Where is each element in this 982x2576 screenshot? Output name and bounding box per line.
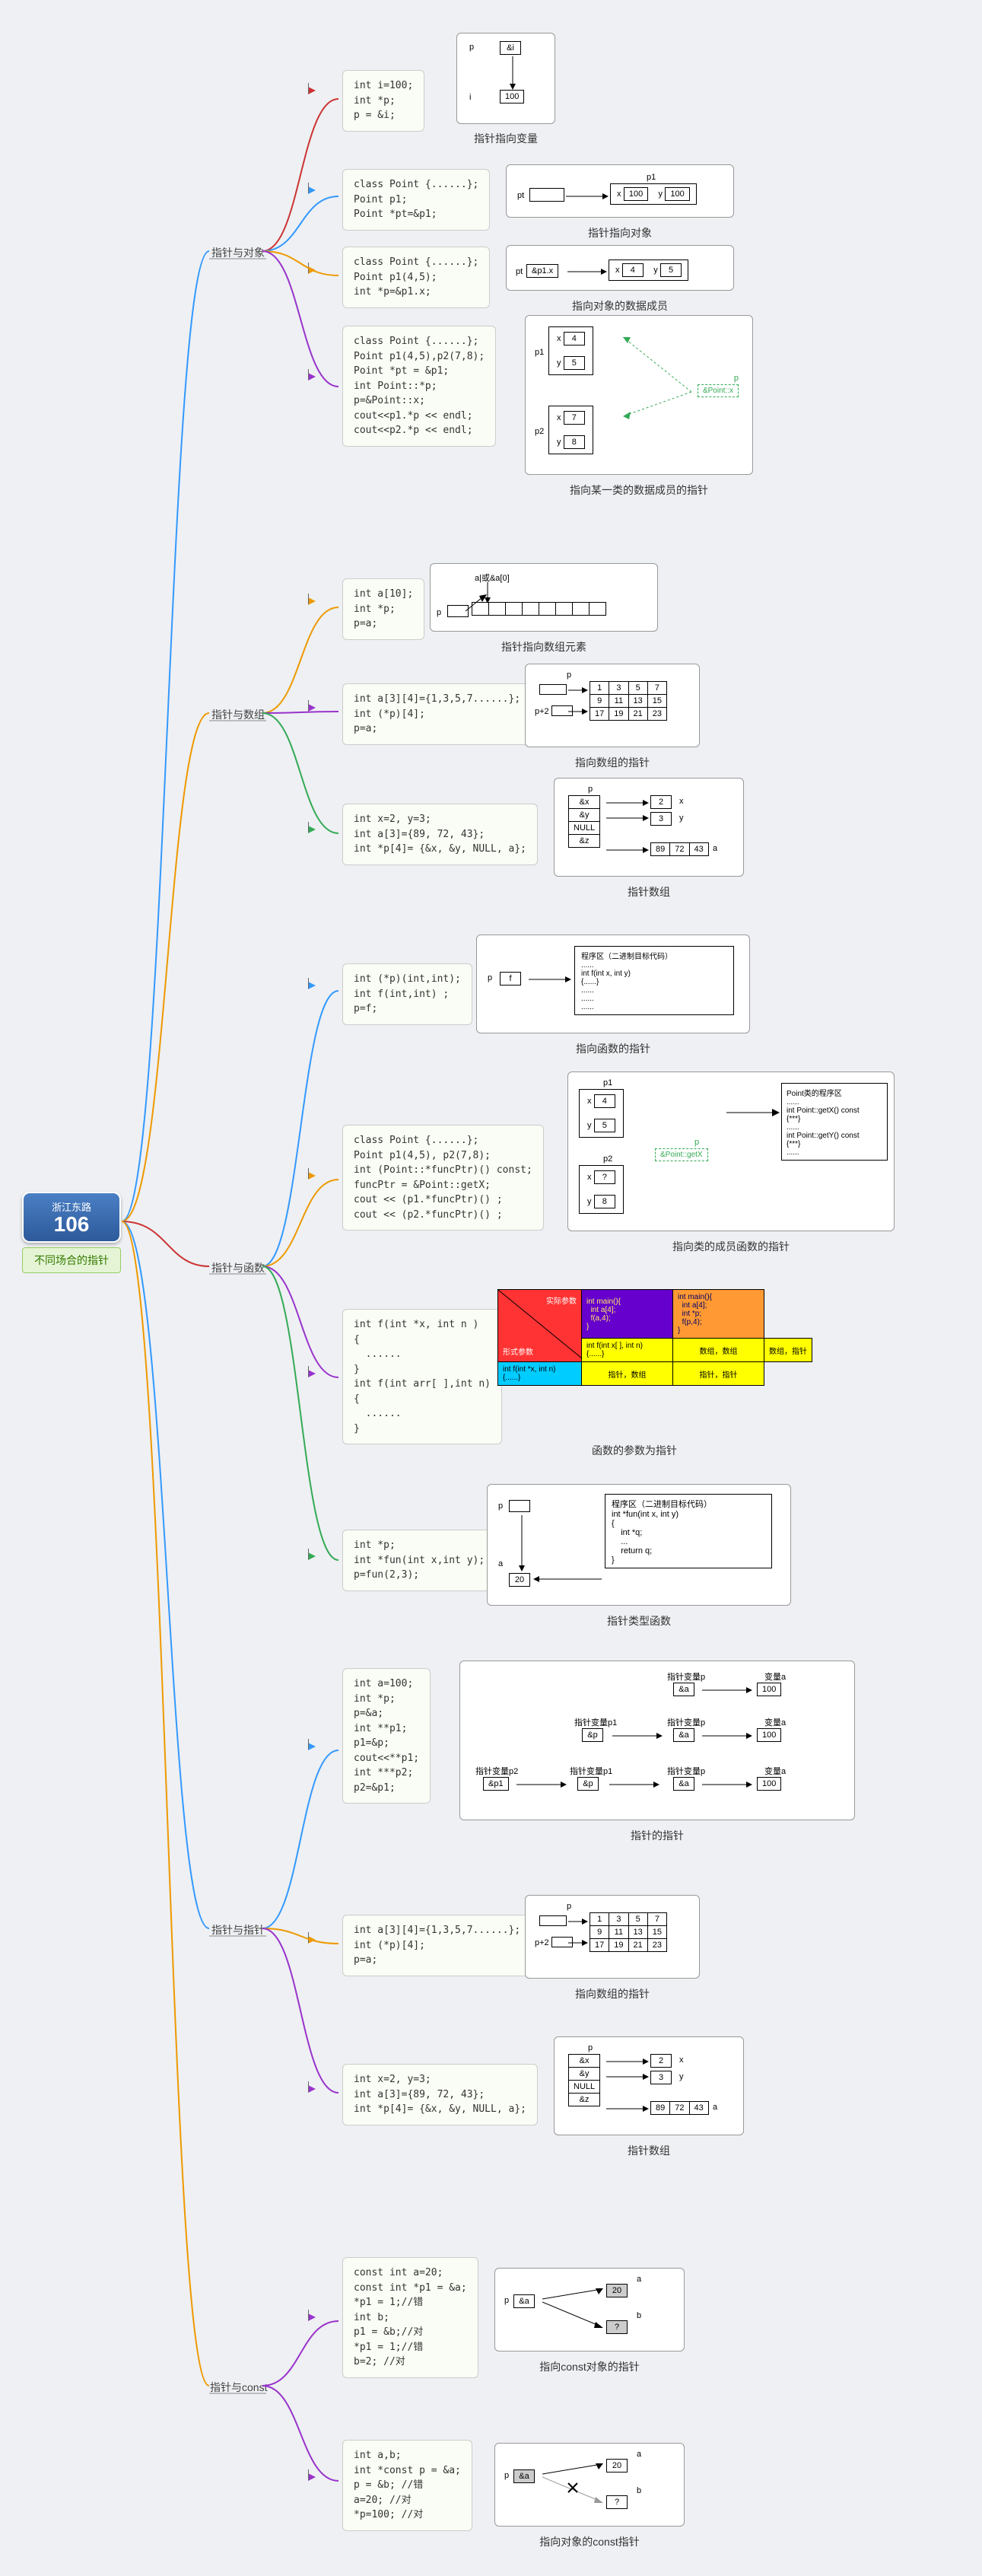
b1n1-code: int i=100; int *p; p = &i; [342,70,424,132]
b5n1-code: const int a=20; const int *p1 = &a; *p1 … [342,2257,478,2378]
b2n2-diagram: p p+2 1357 9111315 17192123 [525,664,700,747]
b4n3-code: int x=2, y=3; int a[3]={89, 72, 43}; int… [342,2064,538,2125]
b4n3-caption: 指针数组 [554,2143,744,2158]
b1n3-caption: 指向对象的数据成员 [506,298,734,314]
b5n2-code: int a,b; int *const p = &a; p = &b; //错 … [342,2440,472,2531]
b5n1-caption: 指向const对象的指针 [494,2359,685,2374]
b4n3-diagram: p &x&y NULL&z 2 x 3 y 897243 a [554,2036,744,2135]
b2n3-code: int x=2, y=3; int a[3]={89, 72, 43}; int… [342,804,538,865]
b3n1-caption: 指向函数的指针 [476,1041,750,1056]
b3n2-code: class Point {......}; Point p1(4,5), p2(… [342,1125,544,1231]
b1n4-code: class Point {......}; Point p1(4,5),p2(7… [342,326,496,447]
b2n1-code: int a[10]; int *p; p=a; [342,578,424,640]
b5n1-diagram: p &a a 20 b ? [494,2268,685,2352]
b4n1-diagram: 指针变量p &a 变量a 100 指针变量p1 &p 指针变量p &a 变量a … [459,1661,855,1820]
b4n1-code: int a=100; int *p; p=&a; int **p1; p1=&p… [342,1668,431,1804]
b4n2-diagram: p p+2 1357 9111315 17192123 [525,1895,700,1979]
b2n3-caption: 指针数组 [554,884,744,900]
b5n2-diagram: p &a a 20 b ? [494,2443,685,2527]
b3n4-code: int *p; int *fun(int x,int y); p=fun(2,3… [342,1530,496,1591]
b1n4-diagram: p1 x 4 y 5 p2 x 7 y 8 p &Point::x [525,315,753,475]
b5n2-caption: 指向对象的const指针 [494,2534,685,2549]
b3n2-diagram: p1 x 4 y 5 p2 x ? y 8 p &Point::getX Poi… [567,1071,895,1231]
b2n2-caption: 指向数组的指针 [525,755,700,770]
b1n1-diagram: p &i i 100 [456,33,555,124]
b2n1-caption: 指针指向数组元素 [430,639,658,654]
b2n2-code: int a[3][4]={1,3,5,7......}; int (*p)[4]… [342,683,532,745]
b4n2-code: int a[3][4]={1,3,5,7......}; int (*p)[4]… [342,1915,532,1976]
b3n2-caption: 指向类的成员函数的指针 [567,1239,895,1254]
b2n3-diagram: p &x &y NULL &z 2 x 3 y 897243 a [554,778,744,877]
b1n3-diagram: pt &p1.x x 4 y 5 [506,245,734,291]
b3n4-diagram: p a 20 程序区（二进制目标代码） int *fun(int x, int … [487,1484,791,1606]
b3n3-diagram: 实际参数 形式参数 int main(){ int a[4]; f(a,4);}… [497,1289,812,1386]
b4n2-caption: 指向数组的指针 [525,1986,700,2001]
b3n1-diagram: p f 程序区（二进制目标代码）...... int f(int x, int … [476,935,750,1033]
b1n2-caption: 指针指向对象 [506,225,734,240]
b2n1-diagram: a|或&a[0] p [430,563,658,632]
b1n2-code: class Point {......}; Point p1; Point *p… [342,169,490,231]
b1n4-caption: 指向某一类的数据成员的指针 [525,482,753,498]
b3n4-caption: 指针类型函数 [487,1613,791,1629]
b3n1-code: int (*p)(int,int); int f(int,int) ; p=f; [342,963,472,1025]
b4n1-caption: 指针的指针 [459,1828,855,1843]
b3n3-code: int f(int *x, int n ) { ...... } int f(i… [342,1309,502,1444]
b1n3-code: class Point {......}; Point p1(4,5); int… [342,247,490,308]
b1n2-diagram: pt p1 x 100 y 100 [506,164,734,218]
b3n3-caption: 函数的参数为指针 [497,1443,771,1458]
b1n1-caption: 指针指向变量 [456,131,555,146]
